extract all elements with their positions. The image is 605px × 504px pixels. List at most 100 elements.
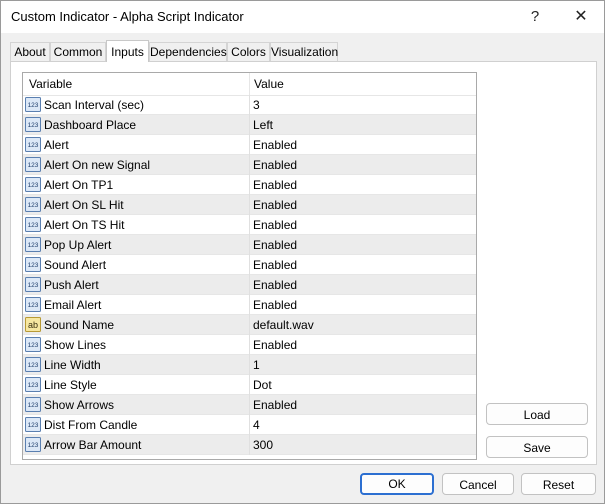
table-row[interactable]: ab Sound Name default.wav bbox=[23, 315, 476, 335]
table-row[interactable]: 123 Alert Enabled bbox=[23, 135, 476, 155]
row-variable-name: Email Alert bbox=[44, 298, 102, 312]
grid-header: Variable Value bbox=[23, 73, 476, 96]
row-value[interactable]: Enabled bbox=[253, 135, 297, 155]
svg-text:123: 123 bbox=[28, 362, 39, 369]
table-row[interactable]: 123 Show Arrows Enabled bbox=[23, 395, 476, 415]
cell-divider bbox=[249, 95, 250, 115]
row-value[interactable]: Dot bbox=[253, 375, 272, 395]
close-button[interactable]: ✕ bbox=[558, 1, 604, 33]
table-row[interactable]: 123 Sound Alert Enabled bbox=[23, 255, 476, 275]
dialog-window: Custom Indicator - Alpha Script Indicato… bbox=[0, 0, 605, 504]
cell-divider bbox=[249, 295, 250, 315]
tab-visualization[interactable]: Visualization bbox=[270, 42, 338, 61]
cell-divider bbox=[249, 215, 250, 235]
table-row[interactable]: 123 Arrow Bar Amount 300 bbox=[23, 435, 476, 455]
svg-text:123: 123 bbox=[28, 222, 39, 229]
table-row[interactable]: 123 Dist From Candle 4 bbox=[23, 415, 476, 435]
row-value[interactable]: 300 bbox=[253, 435, 273, 455]
number-type-icon: 123 bbox=[25, 417, 41, 432]
row-value[interactable]: 4 bbox=[253, 415, 260, 435]
svg-text:123: 123 bbox=[28, 422, 39, 429]
row-variable-name: Dist From Candle bbox=[44, 418, 138, 432]
number-type-icon: 123 bbox=[25, 357, 41, 372]
row-value[interactable]: Enabled bbox=[253, 335, 297, 355]
table-row[interactable]: 123 Show Lines Enabled bbox=[23, 335, 476, 355]
column-divider[interactable] bbox=[249, 73, 250, 95]
row-variable-name: Line Style bbox=[44, 378, 97, 392]
cell-divider bbox=[249, 355, 250, 375]
row-value[interactable]: Enabled bbox=[253, 295, 297, 315]
svg-text:123: 123 bbox=[28, 182, 39, 189]
title-bar: Custom Indicator - Alpha Script Indicato… bbox=[1, 1, 604, 33]
row-variable-name: Show Lines bbox=[44, 338, 107, 352]
row-value[interactable]: Enabled bbox=[253, 155, 297, 175]
table-row[interactable]: 123 Alert On SL Hit Enabled bbox=[23, 195, 476, 215]
table-row[interactable]: 123 Line Style Dot bbox=[23, 375, 476, 395]
svg-text:123: 123 bbox=[28, 102, 39, 109]
table-row[interactable]: 123 Scan Interval (sec) 3 bbox=[23, 95, 476, 115]
help-button[interactable]: ? bbox=[512, 1, 558, 33]
row-value[interactable]: Enabled bbox=[253, 275, 297, 295]
cell-divider bbox=[249, 255, 250, 275]
footer-bar: OK Cancel Reset bbox=[1, 466, 604, 503]
row-value[interactable]: Enabled bbox=[253, 255, 297, 275]
row-value[interactable]: 1 bbox=[253, 355, 260, 375]
row-variable-name: Alert On TS Hit bbox=[44, 218, 125, 232]
number-type-icon: 123 bbox=[25, 137, 41, 152]
svg-text:123: 123 bbox=[28, 242, 39, 249]
cell-divider bbox=[249, 195, 250, 215]
table-row[interactable]: 123 Alert On TS Hit Enabled bbox=[23, 215, 476, 235]
row-variable-name: Line Width bbox=[44, 358, 101, 372]
column-header-value[interactable]: Value bbox=[254, 73, 284, 95]
number-type-icon: 123 bbox=[25, 117, 41, 132]
table-row[interactable]: 123 Email Alert Enabled bbox=[23, 295, 476, 315]
ok-button[interactable]: OK bbox=[360, 473, 434, 495]
row-value[interactable]: Enabled bbox=[253, 175, 297, 195]
table-row[interactable]: 123 Line Width 1 bbox=[23, 355, 476, 375]
svg-text:123: 123 bbox=[28, 442, 39, 449]
svg-text:123: 123 bbox=[28, 202, 39, 209]
tab-about[interactable]: About bbox=[10, 42, 50, 61]
cell-divider bbox=[249, 155, 250, 175]
svg-text:123: 123 bbox=[28, 402, 39, 409]
row-value[interactable]: Enabled bbox=[253, 235, 297, 255]
save-button[interactable]: Save bbox=[486, 436, 588, 458]
row-variable-name: Pop Up Alert bbox=[44, 238, 112, 252]
cancel-button[interactable]: Cancel bbox=[442, 473, 514, 495]
table-row[interactable]: 123 Dashboard Place Left bbox=[23, 115, 476, 135]
reset-button[interactable]: Reset bbox=[521, 473, 596, 495]
row-variable-name: Push Alert bbox=[44, 278, 99, 292]
tab-dependencies[interactable]: Dependencies bbox=[149, 42, 227, 61]
row-value[interactable]: default.wav bbox=[253, 315, 314, 335]
row-variable-name: Show Arrows bbox=[44, 398, 115, 412]
column-header-variable[interactable]: Variable bbox=[29, 73, 72, 95]
tab-colors[interactable]: Colors bbox=[227, 42, 270, 61]
row-value[interactable]: Enabled bbox=[253, 215, 297, 235]
svg-text:123: 123 bbox=[28, 382, 39, 389]
table-row[interactable]: 123 Alert On TP1 Enabled bbox=[23, 175, 476, 195]
row-value[interactable]: Enabled bbox=[253, 195, 297, 215]
table-row[interactable]: 123 Push Alert Enabled bbox=[23, 275, 476, 295]
tab-inputs[interactable]: Inputs bbox=[106, 40, 149, 62]
number-type-icon: 123 bbox=[25, 297, 41, 312]
row-value[interactable]: Left bbox=[253, 115, 273, 135]
row-value[interactable]: 3 bbox=[253, 95, 260, 115]
cell-divider bbox=[249, 335, 250, 355]
cell-divider bbox=[249, 115, 250, 135]
svg-text:123: 123 bbox=[28, 162, 39, 169]
load-button[interactable]: Load bbox=[486, 403, 588, 425]
table-row[interactable]: 123 Pop Up Alert Enabled bbox=[23, 235, 476, 255]
row-variable-name: Scan Interval (sec) bbox=[44, 98, 145, 112]
number-type-icon: 123 bbox=[25, 237, 41, 252]
svg-text:123: 123 bbox=[28, 282, 39, 289]
cell-divider bbox=[249, 375, 250, 395]
cell-divider bbox=[249, 235, 250, 255]
svg-text:123: 123 bbox=[28, 142, 39, 149]
tab-common[interactable]: Common bbox=[50, 42, 106, 61]
row-variable-name: Dashboard Place bbox=[44, 118, 137, 132]
table-row[interactable]: 123 Alert On new Signal Enabled bbox=[23, 155, 476, 175]
row-value[interactable]: Enabled bbox=[253, 395, 297, 415]
number-type-icon: 123 bbox=[25, 157, 41, 172]
row-variable-name: Alert On new Signal bbox=[44, 158, 151, 172]
cell-divider bbox=[249, 435, 250, 455]
